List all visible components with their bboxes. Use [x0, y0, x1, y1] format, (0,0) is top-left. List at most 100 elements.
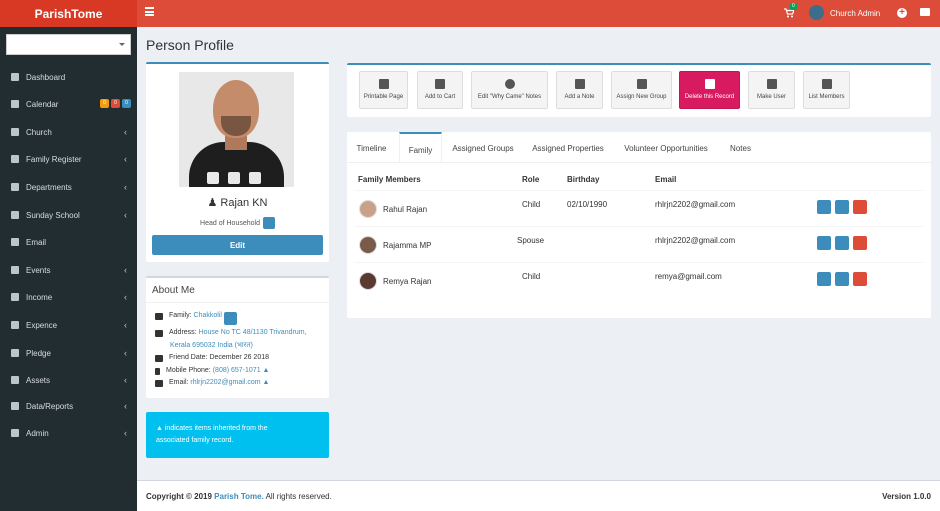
email-row: Email: rhlrjn2202@gmail.com ▲ [155, 379, 269, 387]
chevron-left-icon: ‹ [124, 154, 127, 164]
gears-icon [11, 429, 19, 437]
share-icon [11, 293, 19, 301]
badge-birthdays: 0 [100, 99, 109, 108]
mobile-icon [155, 368, 160, 375]
sidebar-item-assets[interactable]: Assets ‹ [0, 370, 137, 390]
envelope-icon [155, 380, 163, 387]
dashboard-icon [11, 73, 19, 81]
delete-record-button[interactable]: Delete this Record [679, 71, 740, 109]
sidebar-item-sunday-school[interactable]: Sunday School ‹ [0, 205, 137, 225]
male-icon: ♟ [207, 197, 221, 209]
member-email-link[interactable]: rhlrjn2202@gmail.com [655, 200, 735, 209]
sidebar: Dashboard Calendar 0 0 0 Church ‹ Family … [0, 27, 137, 511]
search-select[interactable] [6, 34, 131, 55]
make-user-button[interactable]: Make User [748, 71, 795, 109]
tab-volunteer-opportunities[interactable]: Volunteer Opportunities [618, 132, 714, 162]
tab-timeline[interactable]: Timeline [350, 132, 393, 162]
member-email-link[interactable]: rhlrjn2202@gmail.com [655, 236, 735, 245]
delete-member-button[interactable] [853, 200, 867, 214]
badge-events: 0 [122, 99, 131, 108]
edit-role-button[interactable] [262, 217, 275, 229]
edit-family-button[interactable] [223, 312, 237, 325]
messages-icon[interactable] [920, 8, 930, 16]
col-email: Email [655, 175, 677, 184]
address-link[interactable]: House No TC 48/1130 Trivandrum, [199, 329, 307, 337]
camera-icon[interactable] [228, 172, 240, 184]
add-to-cart-button[interactable] [817, 272, 831, 286]
child-icon [11, 211, 19, 219]
member-role: Spouse [517, 236, 545, 245]
sidebar-item-church[interactable]: Church ‹ [0, 122, 137, 142]
users-icon [155, 313, 163, 320]
sidebar-item-admin[interactable]: Admin ‹ [0, 423, 137, 443]
add-icon[interactable]: + [897, 8, 907, 18]
address-row-2: Kerala 695032 India (भारत) [170, 341, 253, 350]
add-to-cart-button[interactable] [817, 236, 831, 250]
member-name-link[interactable]: Rahul Rajan [383, 205, 427, 214]
sidebar-item-family-register[interactable]: Family Register ‹ [0, 149, 137, 169]
chevron-left-icon: ‹ [124, 348, 127, 358]
tab-assigned-groups[interactable]: Assigned Groups [448, 132, 518, 162]
home-icon [155, 330, 163, 337]
member-email-link[interactable]: remya@gmail.com [655, 272, 722, 281]
zoom-icon[interactable] [207, 172, 219, 184]
mobile-link[interactable]: (808) 657-1071 [213, 367, 261, 375]
add-note-button[interactable]: Add a Note [556, 71, 603, 109]
edit-member-button[interactable] [835, 272, 849, 286]
users-icon [636, 79, 647, 89]
member-role: Child [522, 200, 541, 209]
chevron-left-icon: ‹ [124, 127, 127, 137]
add-to-cart-button[interactable] [817, 200, 831, 214]
user-menu[interactable]: Church Admin [830, 9, 880, 18]
sidebar-item-calendar[interactable]: Calendar 0 0 0 [0, 94, 137, 114]
cart-count-badge: 0 [790, 3, 797, 10]
bell-icon: ▲ [156, 425, 165, 432]
col-role: Role [522, 175, 540, 184]
assign-group-button[interactable]: Assign New Group [611, 71, 672, 109]
member-name-link[interactable]: Rajamma MP [383, 241, 431, 250]
tab-assigned-properties[interactable]: Assigned Properties [526, 132, 610, 162]
sticky-note-icon [574, 79, 585, 89]
sidebar-item-events[interactable]: Events ‹ [0, 260, 137, 280]
delete-member-button[interactable] [853, 236, 867, 250]
menu-toggle-icon[interactable] [145, 7, 154, 16]
delete-member-button[interactable] [853, 272, 867, 286]
member-role: Child [522, 272, 541, 281]
reply-icon [11, 321, 19, 329]
ticket-icon [11, 266, 19, 274]
add-to-cart-button[interactable]: Add to Cart [417, 71, 463, 109]
sidebar-item-pledge[interactable]: Pledge ‹ [0, 343, 137, 363]
family-link[interactable]: Chakkolil [194, 312, 222, 325]
footer-brand-link[interactable]: Parish Tome. [214, 492, 264, 501]
chevron-left-icon: ‹ [124, 375, 127, 385]
edit-member-button[interactable] [835, 200, 849, 214]
mobile-row: Mobile Phone: (808) 657-1071 ▲ [155, 367, 269, 375]
badge-anniversaries: 0 [111, 99, 120, 108]
email-link[interactable]: rhlrjn2202@gmail.com [190, 379, 260, 387]
sidebar-item-data-reports[interactable]: Data/Reports ‹ [0, 396, 137, 416]
tab-notes[interactable]: Notes [722, 132, 759, 162]
person-name: ♟ Rajan KN [207, 197, 268, 209]
edit-member-button[interactable] [835, 236, 849, 250]
church-icon [11, 128, 19, 136]
sidebar-item-dashboard[interactable]: Dashboard [0, 67, 137, 87]
chevron-left-icon: ‹ [124, 401, 127, 411]
sidebar-item-departments[interactable]: Departments ‹ [0, 177, 137, 197]
chevron-left-icon: ‹ [124, 210, 127, 220]
brand-logo[interactable]: ParishTome [0, 0, 137, 27]
sidebar-item-email[interactable]: Email [0, 232, 137, 252]
address-link-2[interactable]: Kerala 695032 India (भारत) [170, 341, 253, 350]
member-name-link[interactable]: Remya Rajan [383, 277, 431, 286]
inherited-info-callout: ▲ indicates items inherited from the ass… [146, 412, 329, 458]
user-avatar[interactable] [809, 5, 824, 20]
edit-button[interactable]: Edit [152, 235, 323, 255]
list-members-button[interactable]: List Members [803, 71, 850, 109]
edit-why-came-button[interactable]: Edit "Why Came" Notes [471, 71, 548, 109]
trash-icon[interactable] [249, 172, 261, 184]
printable-page-button[interactable]: Printable Page [359, 71, 408, 109]
chevron-left-icon: ‹ [124, 182, 127, 192]
tab-family[interactable]: Family [399, 132, 442, 162]
sidebar-item-income[interactable]: Income ‹ [0, 287, 137, 307]
sidebar-item-expence[interactable]: Expence ‹ [0, 315, 137, 335]
friend-date-row: Friend Date: December 26 2018 [155, 354, 269, 362]
